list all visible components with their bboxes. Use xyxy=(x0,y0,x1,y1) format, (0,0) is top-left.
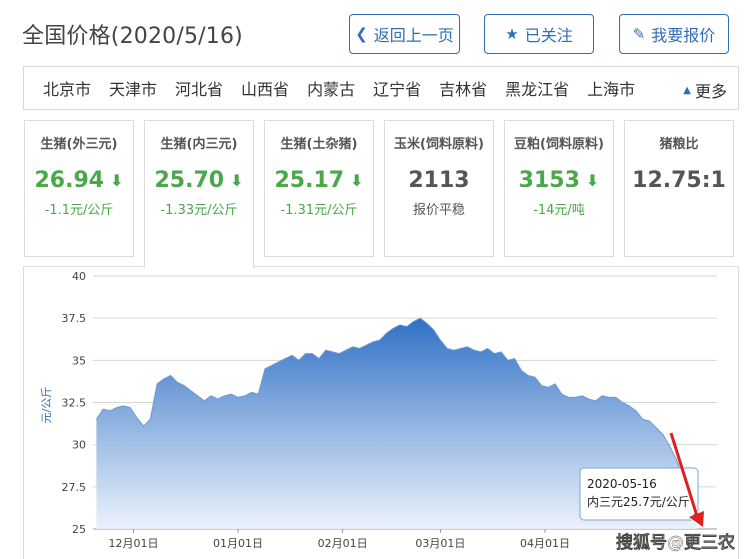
card-value: 26.94 xyxy=(34,168,105,193)
price-card[interactable]: 生猪(土杂猪) 25.17 ⬇ -1.31元/公斤 xyxy=(264,120,374,257)
quote-button-label: 我要报价 xyxy=(651,26,716,45)
card-name: 豆粕(饲料原料) xyxy=(514,137,604,152)
price-card[interactable]: 玉米(饲料原料) 2113 报价平稳 xyxy=(384,120,494,257)
arrow-down-icon: ⬇ xyxy=(585,171,600,190)
card-change: -1.33元/公斤 xyxy=(160,203,238,218)
region-item[interactable]: 上海市 xyxy=(587,76,635,100)
page-title: 全国价格(2020/5/16) xyxy=(22,24,243,49)
arrow-down-icon: ⬇ xyxy=(230,171,244,190)
price-card[interactable]: 豆粕(饲料原料) 3153 ⬇ -14元/吨 xyxy=(504,120,614,257)
star-icon: ★ xyxy=(505,24,519,43)
edit-icon: ✎ xyxy=(632,24,646,43)
card-change: -14元/吨 xyxy=(533,203,585,218)
follow-button-label: 已关注 xyxy=(524,26,573,45)
card-value-row: 3153 ⬇ xyxy=(505,168,613,193)
region-item[interactable]: 天津市 xyxy=(109,76,157,100)
follow-button[interactable]: ★ 已关注 xyxy=(484,14,594,54)
card-change: 报价平稳 xyxy=(412,203,465,218)
price-card-active[interactable]: 生猪(内三元) 25.70 ⬇ -1.33元/公斤 xyxy=(144,120,254,268)
card-value-row: 26.94 ⬇ xyxy=(25,168,133,193)
card-name: 玉米(饲料原料) xyxy=(394,137,484,152)
card-value: 2113 xyxy=(408,168,470,193)
region-bar: 北京市 天津市 河北省 山西省 内蒙古 辽宁省 吉林省 黑龙江省 上海市 ▲ 更… xyxy=(23,66,739,110)
region-item[interactable]: 河北省 xyxy=(175,76,223,100)
card-name: 生猪(土杂猪) xyxy=(280,137,358,152)
card-value: 12.75:1 xyxy=(632,168,726,193)
more-label: 更多 xyxy=(694,82,727,101)
card-name: 生猪(内三元) xyxy=(160,137,238,152)
back-button-label: 返回上一页 xyxy=(373,26,454,45)
region-item[interactable]: 吉林省 xyxy=(439,76,487,100)
price-card[interactable]: 猪粮比 12.75:1 xyxy=(624,120,734,257)
card-value-row: 12.75:1 xyxy=(625,168,733,193)
card-name: 生猪(外三元) xyxy=(40,137,118,152)
card-change: -1.1元/公斤 xyxy=(44,203,114,218)
caret-up-icon: ▲ xyxy=(683,84,691,96)
price-card[interactable]: 生猪(外三元) 26.94 ⬇ -1.1元/公斤 xyxy=(24,120,134,257)
chart-panel xyxy=(23,266,739,559)
card-change: -1.31元/公斤 xyxy=(280,203,358,218)
region-item[interactable]: 辽宁省 xyxy=(373,76,421,100)
region-item[interactable]: 黑龙江省 xyxy=(505,76,569,100)
card-value: 25.70 xyxy=(154,168,225,193)
arrow-down-icon: ⬇ xyxy=(350,171,364,190)
card-name: 猪粮比 xyxy=(659,137,699,152)
arrow-down-icon: ⬇ xyxy=(110,171,124,190)
card-value-row: 25.17 ⬇ xyxy=(265,168,373,193)
back-button[interactable]: ❮ 返回上一页 xyxy=(349,14,460,54)
region-item[interactable]: 内蒙古 xyxy=(307,76,355,100)
region-item[interactable]: 北京市 xyxy=(43,76,91,100)
more-regions-button[interactable]: ▲ 更多 xyxy=(683,78,727,102)
card-value: 25.17 xyxy=(274,168,345,193)
chevron-left-icon: ❮ xyxy=(355,24,368,43)
card-value-row: 2113 xyxy=(385,168,493,193)
card-value: 3153 xyxy=(518,168,580,193)
region-item[interactable]: 山西省 xyxy=(241,76,289,100)
card-value-row: 25.70 ⬇ xyxy=(145,168,253,193)
quote-button[interactable]: ✎ 我要报价 xyxy=(619,14,729,54)
